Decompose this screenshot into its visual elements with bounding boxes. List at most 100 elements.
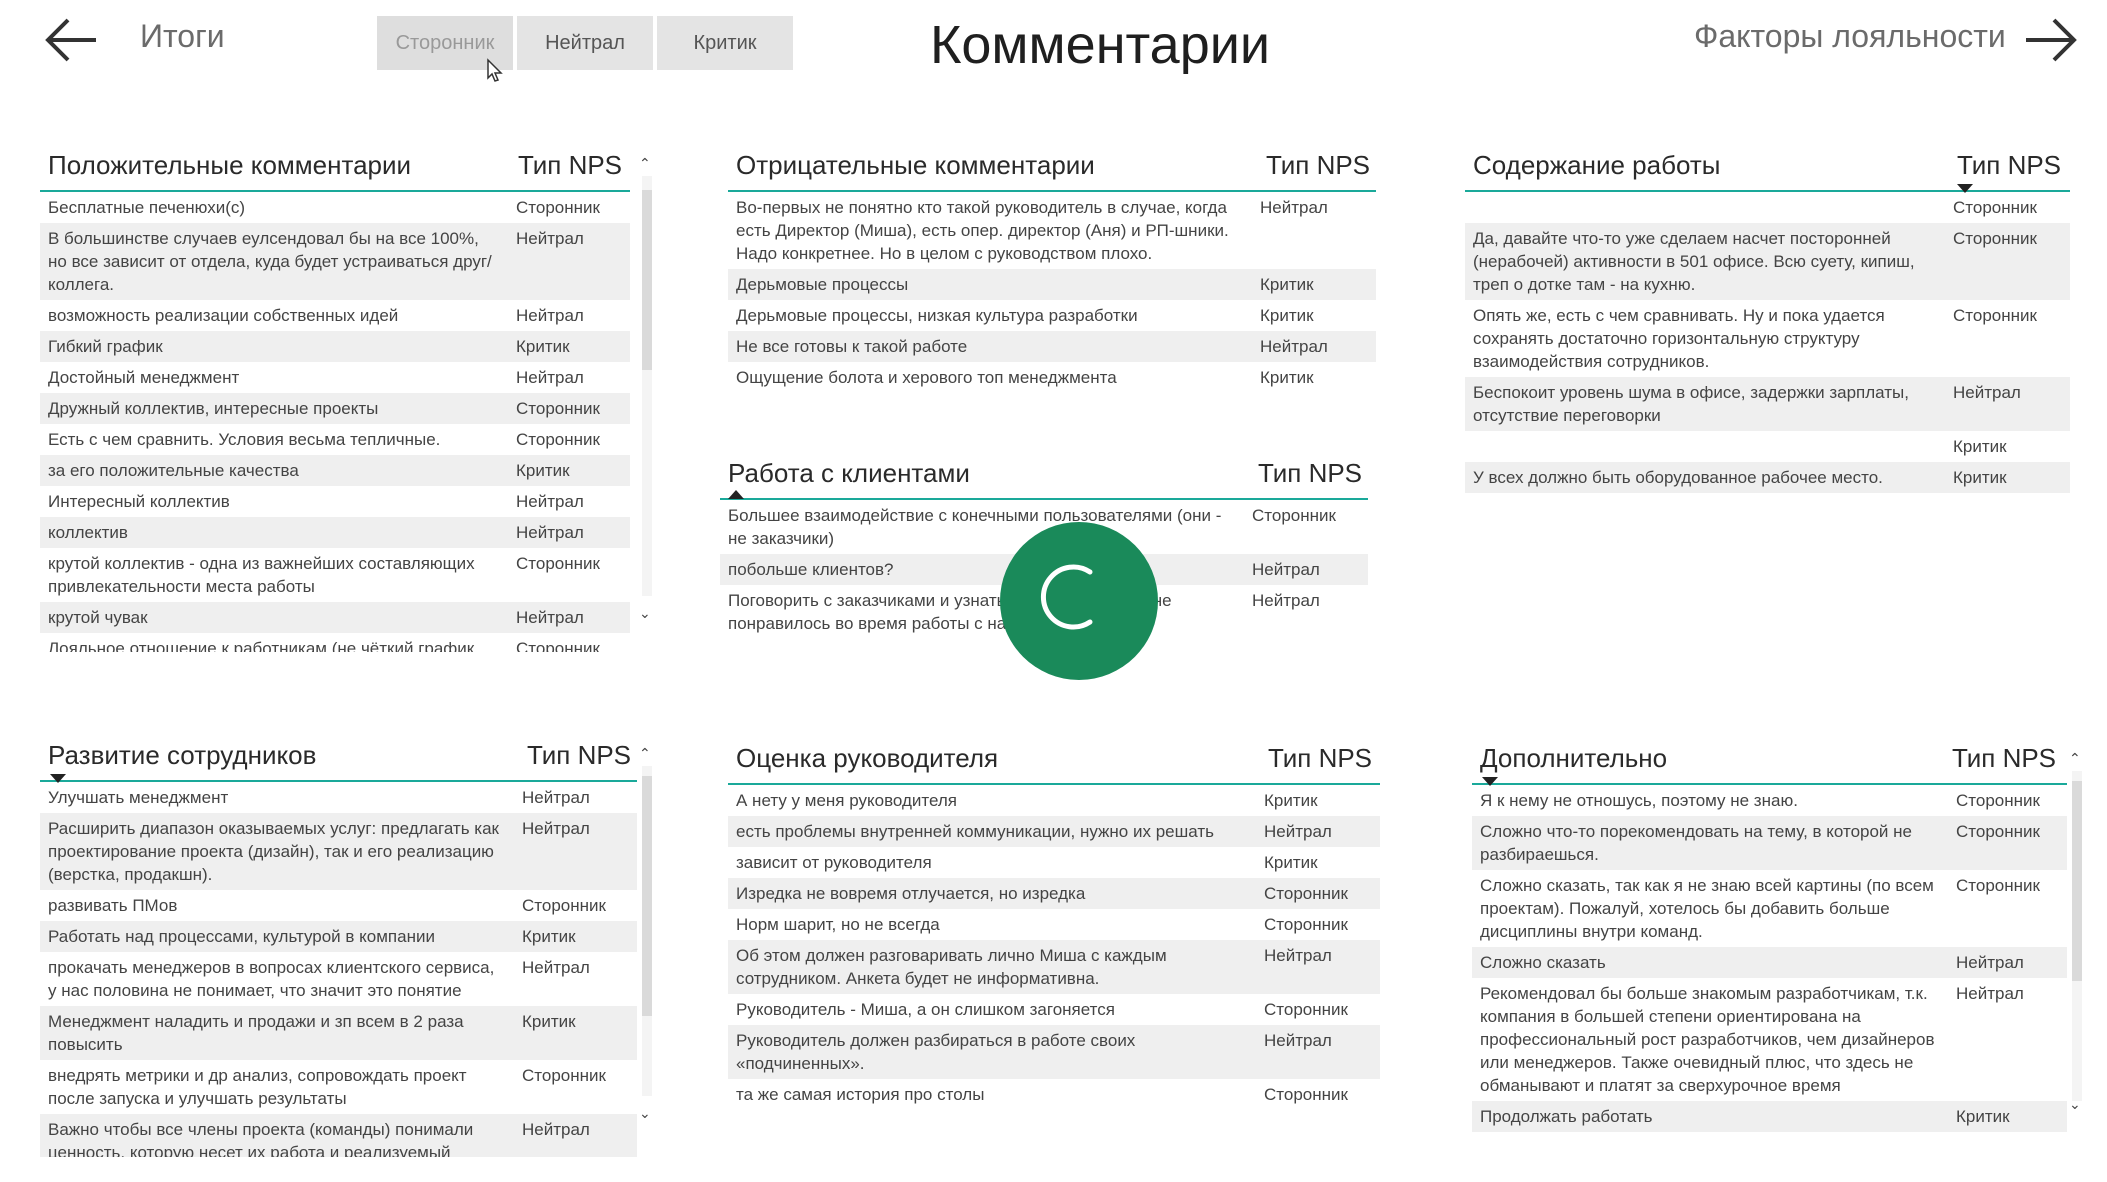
table-row[interactable]: прокачать менеджеров в вопросах клиентск… bbox=[40, 952, 637, 1006]
table-row[interactable]: Рекомендовал бы больше знакомым разработ… bbox=[1472, 978, 2067, 1101]
column-header-comment[interactable]: Развитие сотрудников bbox=[48, 740, 316, 771]
nps-type-cell: Нейтрал bbox=[522, 788, 590, 807]
comment-cell: У всех должно быть оборудованное рабочее… bbox=[1473, 468, 1883, 487]
table-row[interactable]: внедрять метрики и др анализ, сопровожда… bbox=[40, 1060, 637, 1114]
table-row[interactable]: Бесплатные печенюхи(с) Сторонник bbox=[40, 192, 630, 223]
nps-type-cell: Сторонник bbox=[522, 1066, 606, 1085]
table-row[interactable]: В большинстве случаев еулсендовал бы на … bbox=[40, 223, 630, 300]
table-row[interactable]: Гибкий график Критик bbox=[40, 331, 630, 362]
nps-type-cell: Сторонник bbox=[516, 198, 600, 217]
table-row[interactable]: Изредка не вовремя отлучается, но изредк… bbox=[728, 878, 1380, 909]
table-row[interactable]: Важно чтобы все члены проекта (команды) … bbox=[40, 1114, 637, 1157]
table-row[interactable]: Руководитель должен разбираться в работе… bbox=[728, 1025, 1380, 1079]
positive-comments-table: Положительные комментарии Тип NPS Беспла… bbox=[40, 140, 630, 652]
column-header-nps[interactable]: Тип NPS bbox=[527, 740, 631, 771]
table-row[interactable]: Во-первых не понятно кто такой руководит… bbox=[728, 192, 1376, 269]
column-header-nps[interactable]: Тип NPS bbox=[1268, 743, 1372, 774]
table-row[interactable]: Сложно сказать Нейтрал bbox=[1472, 947, 2067, 978]
nps-type-cell: Сторонник bbox=[516, 639, 600, 652]
sort-ascending-icon[interactable] bbox=[728, 490, 744, 499]
manager-evaluation-table: Оценка руководителя Тип NPS А нету у мен… bbox=[728, 733, 1380, 1105]
table-row[interactable]: Дружный коллектив, интересные проекты Ст… bbox=[40, 393, 630, 424]
table-row[interactable]: Улучшать менеджмент Нейтрал bbox=[40, 782, 637, 813]
table-row[interactable]: та же самая история про столы Сторонник bbox=[728, 1079, 1380, 1105]
table-body: Бесплатные печенюхи(с) Сторонник В больш… bbox=[40, 192, 630, 652]
nps-type-cell: Сторонник bbox=[516, 554, 600, 573]
back-label[interactable]: Итоги bbox=[140, 18, 225, 55]
table-header: Положительные комментарии Тип NPS bbox=[40, 140, 630, 192]
column-header-comment[interactable]: Положительные комментарии bbox=[48, 150, 411, 181]
column-header-nps[interactable]: Тип NPS bbox=[1258, 458, 1362, 489]
table-row[interactable]: Руководитель - Миша, а он слишком загоня… bbox=[728, 994, 1380, 1025]
column-header-comment[interactable]: Содержание работы bbox=[1473, 150, 1720, 181]
table-row[interactable]: Работать над процессами, культурой в ком… bbox=[40, 921, 637, 952]
comment-cell: зависит от руководителя bbox=[736, 853, 932, 872]
forward-arrow-icon[interactable] bbox=[2020, 10, 2080, 70]
nps-type-cell: Нейтрал bbox=[1252, 560, 1320, 579]
table-header: Дополнительно Тип NPS bbox=[1472, 733, 2067, 786]
table-row[interactable]: Дерьмовые процессы, низкая культура разр… bbox=[728, 300, 1376, 331]
comment-cell: Рекомендовал бы больше знакомым разработ… bbox=[1480, 984, 1935, 1095]
scrollbar[interactable]: ⌃ ⌄ bbox=[637, 740, 657, 1120]
table-row[interactable]: Не все готовы к такой работе Нейтрал bbox=[728, 331, 1376, 362]
comment-cell: Менеджмент наладить и продажи и зп всем … bbox=[48, 1012, 464, 1054]
table-row[interactable]: Сложно что-то порекомендовать на тему, в… bbox=[1472, 816, 2067, 870]
nps-type-cell: Сторонник bbox=[522, 896, 606, 915]
column-header-comment[interactable]: Работа с клиентами bbox=[728, 458, 970, 489]
table-row[interactable]: Расширить диапазон оказываемых услуг: пр… bbox=[40, 813, 637, 890]
column-header-nps[interactable]: Тип NPS bbox=[1952, 743, 2056, 774]
slicer-neutral-button[interactable]: Нейтрал bbox=[517, 16, 653, 70]
table-row[interactable]: крутой чувак Нейтрал bbox=[40, 602, 630, 633]
column-header-nps[interactable]: Тип NPS bbox=[1957, 150, 2061, 181]
nps-type-cell: Сторонник bbox=[1956, 791, 2040, 810]
scrollbar[interactable]: ⌃ ⌄ bbox=[2067, 745, 2087, 1120]
table-row[interactable]: У всех должно быть оборудованное рабочее… bbox=[1465, 462, 2070, 493]
table-row[interactable]: зависит от руководителя Критик bbox=[728, 847, 1380, 878]
table-row[interactable]: Норм шарит, но не всегда Сторонник bbox=[728, 909, 1380, 940]
table-row[interactable]: Опять же, есть с чем сравнивать. Ну и по… bbox=[1465, 300, 2070, 377]
comment-cell: побольше клиентов? bbox=[728, 560, 894, 579]
table-row[interactable]: Есть с чем сравнить. Условия весьма тепл… bbox=[40, 424, 630, 455]
table-row[interactable]: есть проблемы внутренней коммуникации, н… bbox=[728, 816, 1380, 847]
column-header-comment[interactable]: Отрицательные комментарии bbox=[736, 150, 1095, 181]
table-row[interactable]: Ощущение болота и херового топ менеджмен… bbox=[728, 362, 1376, 392]
forward-label[interactable]: Факторы лояльности bbox=[1694, 18, 2006, 55]
comment-cell: Норм шарит, но не всегда bbox=[736, 915, 940, 934]
table-row[interactable]: Об этом должен разговаривать лично Миша … bbox=[728, 940, 1380, 994]
table-row[interactable]: Интересный коллектив Нейтрал bbox=[40, 486, 630, 517]
table-row[interactable]: Достойный менеджмент Нейтрал bbox=[40, 362, 630, 393]
comment-cell: Бесплатные печенюхи(с) bbox=[48, 198, 246, 217]
comment-cell: Расширить диапазон оказываемых услуг: пр… bbox=[48, 819, 499, 884]
table-row[interactable]: крутой коллектив - одна из важнейших сос… bbox=[40, 548, 630, 602]
table-row[interactable]: Сложно сказать, так как я не знаю всей к… bbox=[1472, 870, 2067, 947]
nps-type-cell: Нейтрал bbox=[1264, 822, 1332, 841]
table-row[interactable]: Сторонник bbox=[1465, 192, 2070, 223]
scrollbar[interactable]: ⌃ ⌄ bbox=[637, 150, 657, 620]
table-row[interactable]: за его положительные качества Критик bbox=[40, 455, 630, 486]
comment-cell: внедрять метрики и др анализ, сопровожда… bbox=[48, 1066, 467, 1108]
table-body: Сторонник Да, давайте что-то уже сделаем… bbox=[1465, 192, 2070, 512]
comment-cell: Во-первых не понятно кто такой руководит… bbox=[736, 198, 1229, 263]
table-row[interactable]: Лояльное отношение к работникам (не чётк… bbox=[40, 633, 630, 652]
table-row[interactable]: возможность реализации собственных идей … bbox=[40, 300, 630, 331]
comment-cell bbox=[1465, 196, 1945, 219]
table-row[interactable]: Продолжать работать Критик bbox=[1472, 1101, 2067, 1132]
column-header-comment[interactable]: Дополнительно bbox=[1480, 743, 1667, 774]
table-row[interactable]: развивать ПМов Сторонник bbox=[40, 890, 637, 921]
table-row[interactable]: коллектив Нейтрал bbox=[40, 517, 630, 548]
back-arrow-icon[interactable] bbox=[42, 10, 102, 70]
table-row[interactable]: Я к нему не отношусь, поэтому не знаю. С… bbox=[1472, 785, 2067, 816]
comment-cell: Да, давайте что-то уже сделаем насчет по… bbox=[1473, 229, 1915, 294]
comment-cell: Лояльное отношение к работникам (не чётк… bbox=[48, 639, 479, 652]
table-row[interactable]: Беспокоит уровень шума в офисе, задержки… bbox=[1465, 377, 2070, 431]
comment-cell: Изредка не вовремя отлучается, но изредк… bbox=[736, 884, 1086, 903]
table-row[interactable]: Менеджмент наладить и продажи и зп всем … bbox=[40, 1006, 637, 1060]
slicer-critic-button[interactable]: Критик bbox=[657, 16, 793, 70]
column-header-nps[interactable]: Тип NPS bbox=[1266, 150, 1370, 181]
table-row[interactable]: Дерьмовые процессы Критик bbox=[728, 269, 1376, 300]
table-row[interactable]: А нету у меня руководителя Критик bbox=[728, 785, 1380, 816]
table-row[interactable]: Критик bbox=[1465, 431, 2070, 462]
column-header-nps[interactable]: Тип NPS bbox=[518, 150, 622, 181]
column-header-comment[interactable]: Оценка руководителя bbox=[736, 743, 998, 774]
table-row[interactable]: Да, давайте что-то уже сделаем насчет по… bbox=[1465, 223, 2070, 300]
